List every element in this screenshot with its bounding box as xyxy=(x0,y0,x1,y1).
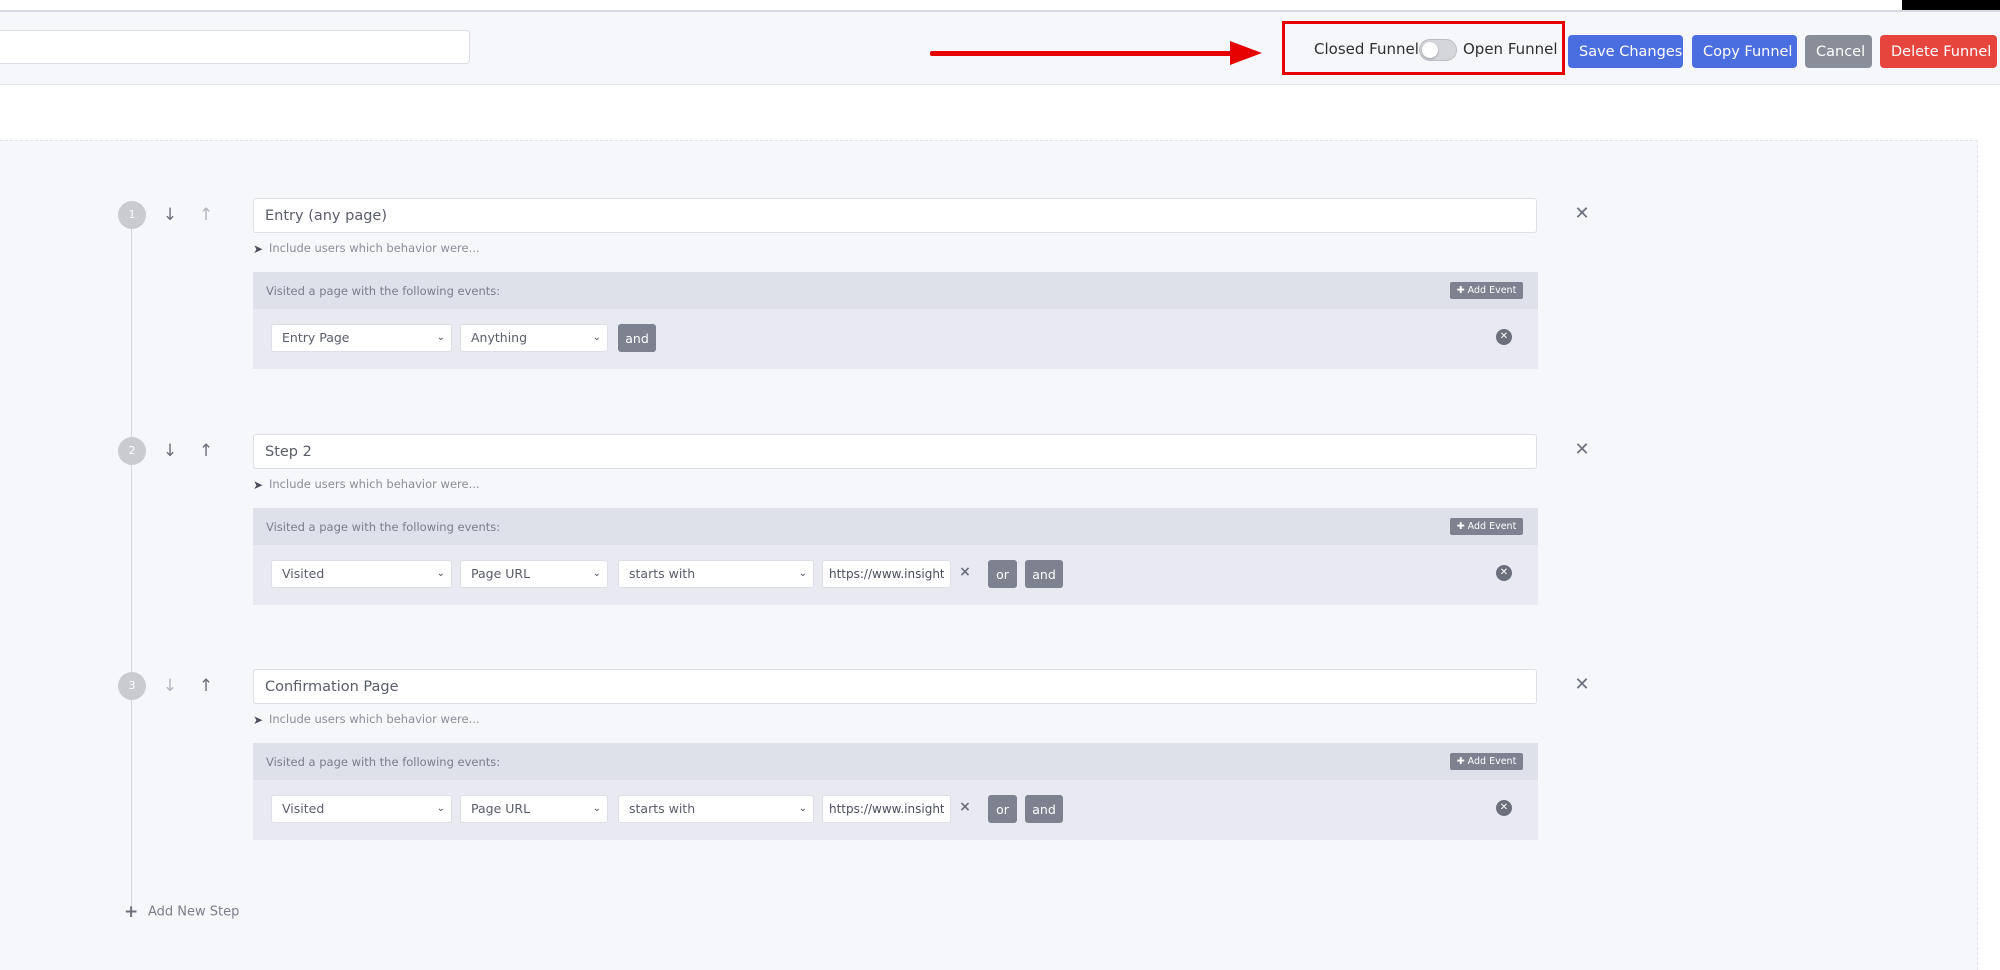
funnel-step-2: 2 ↓ ↑ ✕ ➤ Include users which behavior we… xyxy=(0,434,1978,637)
add-new-step-label: Add New Step xyxy=(148,904,240,920)
event-value-input[interactable] xyxy=(822,560,951,588)
move-down-icon[interactable]: ↓ xyxy=(160,676,180,696)
pointer-icon: ➤ xyxy=(253,241,264,256)
and-button[interactable]: and xyxy=(1025,795,1063,823)
chevron-down-icon: ⌄ xyxy=(592,332,601,343)
event-field-value: Page URL xyxy=(471,801,531,816)
chevron-down-icon: ⌄ xyxy=(436,332,445,343)
event-operator-value: Anything xyxy=(471,330,528,345)
event-row: Visited ⌄ Page URL ⌄ starts with ⌄ × or and… xyxy=(253,545,1538,605)
toolbar: Closed Funnel Open Funnel Save Changes C… xyxy=(0,12,2000,85)
chevron-down-icon: ⌄ xyxy=(436,568,445,579)
event-action-value: Visited xyxy=(282,566,325,581)
behavior-hint: ➤ Include users which behavior were... xyxy=(253,241,480,257)
cancel-button[interactable]: Cancel xyxy=(1805,35,1872,68)
copy-funnel-button[interactable]: Copy Funnel xyxy=(1692,35,1797,68)
toggle-knob xyxy=(1422,42,1438,58)
top-black-bar xyxy=(1902,0,2000,10)
step-number-badge: 2 xyxy=(118,437,146,465)
annotation-arrow-line xyxy=(930,51,1232,56)
event-field-select[interactable]: Entry Page ⌄ xyxy=(271,324,452,352)
clear-value-icon[interactable]: × xyxy=(957,564,973,582)
move-up-icon[interactable]: ↑ xyxy=(196,441,216,461)
chevron-down-icon: ⌄ xyxy=(798,803,807,814)
add-event-label: Add Event xyxy=(1467,756,1517,767)
event-action-select[interactable]: Visited ⌄ xyxy=(271,560,452,588)
add-event-button[interactable]: ✚ Add Event xyxy=(1450,753,1523,770)
event-operator-value: starts with xyxy=(629,801,696,816)
delete-funnel-button[interactable]: Delete Funnel xyxy=(1880,35,1997,68)
event-field-value: Entry Page xyxy=(282,330,350,345)
chevron-down-icon: ⌄ xyxy=(592,568,601,579)
add-event-button[interactable]: ✚ Add Event xyxy=(1450,282,1523,299)
behavior-hint: ➤ Include users which behavior were... xyxy=(253,712,480,728)
events-header: Visited a page with the following events… xyxy=(253,272,1538,309)
open-funnel-label: Open Funnel xyxy=(1463,40,1558,58)
events-title: Visited a page with the following events… xyxy=(266,284,501,298)
event-row: Visited ⌄ Page URL ⌄ starts with ⌄ × or and… xyxy=(253,780,1538,840)
event-action-value: Visited xyxy=(282,801,325,816)
funnel-name-input[interactable] xyxy=(0,30,470,64)
step-name-input[interactable] xyxy=(253,434,1537,469)
event-operator-select[interactable]: Anything ⌄ xyxy=(460,324,608,352)
chevron-down-icon: ⌄ xyxy=(592,803,601,814)
remove-event-icon[interactable]: ✕ xyxy=(1496,565,1512,581)
funnel-type-toggle-highlight: Closed Funnel Open Funnel xyxy=(1282,21,1565,75)
step-number-badge: 3 xyxy=(118,672,146,700)
event-field-select[interactable]: Page URL ⌄ xyxy=(460,795,608,823)
pointer-icon: ➤ xyxy=(253,477,264,492)
save-changes-button[interactable]: Save Changes xyxy=(1568,35,1683,68)
chevron-down-icon: ⌄ xyxy=(436,803,445,814)
remove-step-icon[interactable]: ✕ xyxy=(1571,203,1593,225)
remove-event-icon[interactable]: ✕ xyxy=(1496,800,1512,816)
behavior-hint-text: Include users which behavior were... xyxy=(269,477,480,491)
event-value-input[interactable] xyxy=(822,795,951,823)
event-field-value: Page URL xyxy=(471,566,531,581)
events-title: Visited a page with the following events… xyxy=(266,520,501,534)
remove-step-icon[interactable]: ✕ xyxy=(1571,439,1593,461)
funnel-type-toggle[interactable] xyxy=(1419,39,1457,61)
or-button[interactable]: or xyxy=(988,795,1017,823)
behavior-hint-text: Include users which behavior were... xyxy=(269,241,480,255)
events-header: Visited a page with the following events… xyxy=(253,508,1538,545)
step-name-input[interactable] xyxy=(253,669,1537,704)
remove-step-icon[interactable]: ✕ xyxy=(1571,674,1593,696)
event-operator-select[interactable]: starts with ⌄ xyxy=(618,795,814,823)
remove-event-icon[interactable]: ✕ xyxy=(1496,329,1512,345)
move-up-icon[interactable]: ↑ xyxy=(196,205,216,225)
events-box: Visited a page with the following events… xyxy=(253,743,1538,840)
event-action-select[interactable]: Visited ⌄ xyxy=(271,795,452,823)
events-box: Visited a page with the following events… xyxy=(253,508,1538,605)
events-box: Visited a page with the following events… xyxy=(253,272,1538,369)
pointer-icon: ➤ xyxy=(253,712,264,727)
add-event-label: Add Event xyxy=(1467,285,1517,296)
behavior-hint: ➤ Include users which behavior were... xyxy=(253,477,480,493)
funnel-step-1: 1 ↓ ↑ ✕ ➤ Include users which behavior we… xyxy=(0,198,1978,401)
move-down-icon[interactable]: ↓ xyxy=(160,441,180,461)
event-operator-value: starts with xyxy=(629,566,696,581)
events-title: Visited a page with the following events… xyxy=(266,755,501,769)
chevron-down-icon: ⌄ xyxy=(798,568,807,579)
add-event-button[interactable]: ✚ Add Event xyxy=(1450,518,1523,535)
step-number-badge: 1 xyxy=(118,201,146,229)
move-down-icon[interactable]: ↓ xyxy=(160,205,180,225)
and-button[interactable]: and xyxy=(1025,560,1063,588)
top-strip xyxy=(0,0,2000,12)
funnel-step-3: 3 ↓ ↑ ✕ ➤ Include users which behavior we… xyxy=(0,669,1978,872)
event-field-select[interactable]: Page URL ⌄ xyxy=(460,560,608,588)
add-event-label: Add Event xyxy=(1467,521,1517,532)
event-row: Entry Page ⌄ Anything ⌄ and ✕ xyxy=(253,309,1538,369)
and-button[interactable]: and xyxy=(618,324,656,352)
event-operator-select[interactable]: starts with ⌄ xyxy=(618,560,814,588)
events-header: Visited a page with the following events… xyxy=(253,743,1538,780)
closed-funnel-label: Closed Funnel xyxy=(1314,40,1419,58)
plus-icon: + xyxy=(124,902,139,922)
behavior-hint-text: Include users which behavior were... xyxy=(269,712,480,726)
clear-value-icon[interactable]: × xyxy=(957,799,973,817)
annotation-arrow-head-icon xyxy=(1230,41,1262,65)
or-button[interactable]: or xyxy=(988,560,1017,588)
move-up-icon[interactable]: ↑ xyxy=(196,676,216,696)
add-new-step-button[interactable]: + Add New Step xyxy=(124,902,239,922)
step-name-input[interactable] xyxy=(253,198,1537,233)
